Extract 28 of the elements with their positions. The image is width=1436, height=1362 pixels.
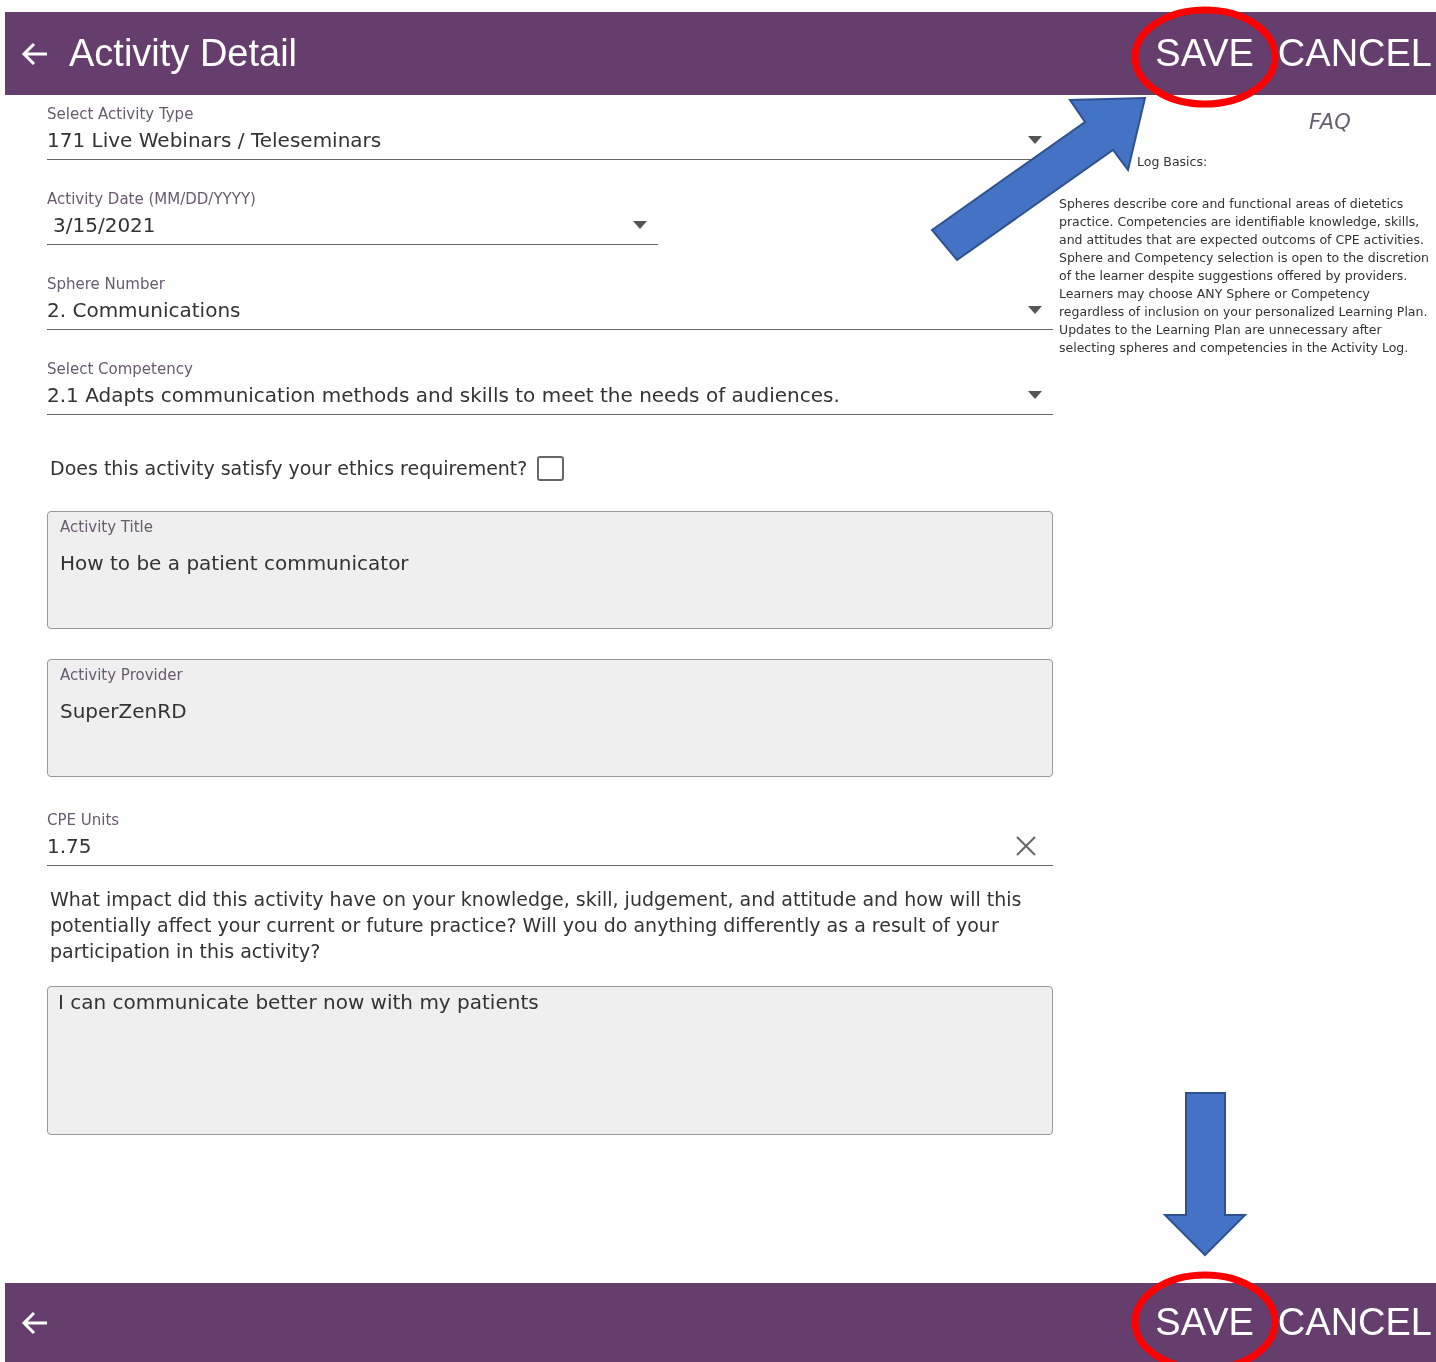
clear-icon[interactable] xyxy=(1015,835,1037,857)
field-label: Select Activity Type xyxy=(47,105,195,123)
select-field[interactable]: 2. Communications xyxy=(47,293,1053,330)
save-button[interactable]: SAVE xyxy=(1151,1301,1258,1344)
text-field[interactable]: Activity Provider SuperZenRD xyxy=(47,659,1053,777)
faq-heading: Log Basics: xyxy=(1137,152,1209,171)
save-button[interactable]: SAVE xyxy=(1151,32,1258,75)
dropdown-caret-icon xyxy=(1027,305,1043,315)
answer-box[interactable]: I can communicate better now with my patients xyxy=(47,986,1053,1136)
question-text: What impact did this activity have on your knowledge, skill, judgement, and attitude and how will this potentially affect your current or future practice? Will you do anything differently as a result of your participation in this activity? xyxy=(49,887,1023,965)
cancel-button[interactable]: CANCEL xyxy=(1273,32,1436,75)
text-field[interactable]: Activity Title How to be a patient communicator xyxy=(47,511,1053,629)
cancel-button[interactable]: CANCEL xyxy=(1273,1301,1436,1344)
dropdown-caret-icon xyxy=(1027,390,1043,400)
checkbox[interactable] xyxy=(537,455,565,481)
field-label: Select Competency xyxy=(47,360,194,378)
faq-link[interactable]: FAQ xyxy=(1309,107,1351,139)
page-title: Activity Detail xyxy=(69,31,298,76)
dropdown-caret-icon xyxy=(1027,135,1043,145)
select-field[interactable]: 3/15/2021 xyxy=(47,208,658,245)
field-label: CPE Units xyxy=(47,811,121,829)
dropdown-caret-icon xyxy=(632,220,648,230)
faq-text: Spheres describe core and functional areas of dietetics practice. Competencies are identifiable knowledge, skills, and attitudes that are expected outcoms of CPE activities. Sphere and Competency selection is open to the discretion of the learner despite suggestions offered by providers. Learners may choose ANY Sphere or Competency regardless of inclusion on your personalized Learning Plan. Updates to the Learning Plan are unnecessary after selecting spheres and competencies in the Activity Log. xyxy=(1059,195,1431,358)
field-label: Activity Date (MM/DD/YYYY) xyxy=(47,190,257,208)
select-field[interactable]: 2.1 Adapts communication methods and skills to meet the needs of audiences. xyxy=(47,378,1053,415)
input-field[interactable]: 1.75 xyxy=(47,829,1053,866)
field-label: Sphere Number xyxy=(47,275,166,293)
checkbox-label: Does this activity satisfy your ethics requirement? xyxy=(49,456,528,481)
